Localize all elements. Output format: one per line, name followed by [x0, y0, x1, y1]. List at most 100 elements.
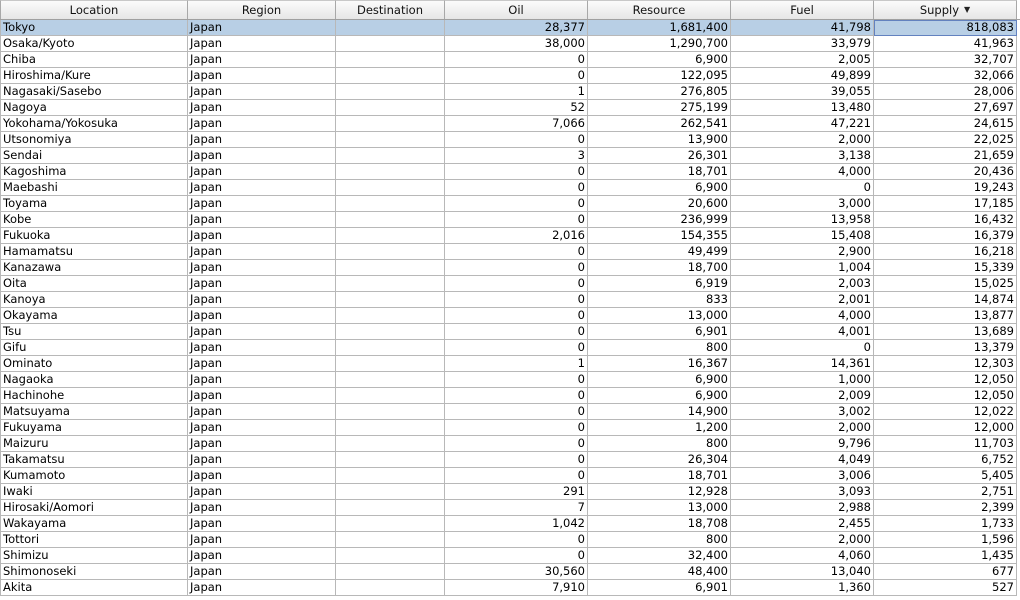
cell-supply[interactable]: 17,185 [874, 196, 1017, 212]
cell-oil[interactable]: 0 [445, 548, 588, 564]
cell-resource[interactable]: 6,900 [588, 52, 731, 68]
cell-oil[interactable]: 0 [445, 196, 588, 212]
cell-resource[interactable]: 18,701 [588, 468, 731, 484]
cell-resource[interactable]: 6,900 [588, 372, 731, 388]
table-row[interactable]: Osaka/Kyoto Japan 38,000 1,290,700 33,979 41,… [0, 36, 1020, 52]
cell-location[interactable]: Yokohama/Yokosuka [0, 116, 188, 132]
cell-fuel[interactable]: 4,049 [731, 452, 874, 468]
cell-supply[interactable]: 32,707 [874, 52, 1017, 68]
cell-supply[interactable]: 1,733 [874, 516, 1017, 532]
cell-region[interactable]: Japan [188, 36, 336, 52]
cell-region[interactable]: Japan [188, 132, 336, 148]
cell-region[interactable]: Japan [188, 340, 336, 356]
cell-supply[interactable]: 13,379 [874, 340, 1017, 356]
cell-destination[interactable] [336, 292, 445, 308]
cell-location[interactable]: Okayama [0, 308, 188, 324]
cell-fuel[interactable]: 2,988 [731, 500, 874, 516]
cell-fuel[interactable]: 14,361 [731, 356, 874, 372]
cell-oil[interactable]: 291 [445, 484, 588, 500]
table-row[interactable]: Shimizu Japan 0 32,400 4,060 1,435 [0, 548, 1020, 564]
table-row[interactable]: Okayama Japan 0 13,000 4,000 13,877 [0, 308, 1020, 324]
cell-destination[interactable] [336, 404, 445, 420]
cell-oil[interactable]: 0 [445, 308, 588, 324]
cell-fuel[interactable]: 41,798 [731, 20, 874, 36]
cell-supply[interactable]: 1,435 [874, 548, 1017, 564]
table-row[interactable]: Fukuyama Japan 0 1,200 2,000 12,000 [0, 420, 1020, 436]
cell-location[interactable]: Sendai [0, 148, 188, 164]
cell-region[interactable]: Japan [188, 260, 336, 276]
cell-region[interactable]: Japan [188, 404, 336, 420]
cell-location[interactable]: Osaka/Kyoto [0, 36, 188, 52]
cell-destination[interactable] [336, 228, 445, 244]
cell-oil[interactable]: 0 [445, 340, 588, 356]
cell-oil[interactable]: 0 [445, 276, 588, 292]
table-row[interactable]: Kanazawa Japan 0 18,700 1,004 15,339 [0, 260, 1020, 276]
cell-location[interactable]: Hamamatsu [0, 244, 188, 260]
cell-region[interactable]: Japan [188, 148, 336, 164]
cell-destination[interactable] [336, 68, 445, 84]
cell-resource[interactable]: 6,901 [588, 580, 731, 596]
cell-region[interactable]: Japan [188, 356, 336, 372]
cell-oil[interactable]: 7,066 [445, 116, 588, 132]
cell-supply[interactable]: 13,689 [874, 324, 1017, 340]
cell-region[interactable]: Japan [188, 228, 336, 244]
cell-region[interactable]: Japan [188, 180, 336, 196]
cell-location[interactable]: Shimonoseki [0, 564, 188, 580]
cell-resource[interactable]: 275,199 [588, 100, 731, 116]
cell-resource[interactable]: 6,901 [588, 324, 731, 340]
cell-fuel[interactable]: 4,001 [731, 324, 874, 340]
table-row[interactable]: Gifu Japan 0 800 0 13,379 [0, 340, 1020, 356]
cell-region[interactable]: Japan [188, 516, 336, 532]
cell-region[interactable]: Japan [188, 292, 336, 308]
cell-supply[interactable]: 24,615 [874, 116, 1017, 132]
cell-location[interactable]: Nagoya [0, 100, 188, 116]
column-header-oil[interactable]: Oil [445, 0, 588, 19]
cell-resource[interactable]: 18,701 [588, 164, 731, 180]
cell-resource[interactable]: 49,499 [588, 244, 731, 260]
cell-oil[interactable]: 0 [445, 180, 588, 196]
cell-supply[interactable]: 22,025 [874, 132, 1017, 148]
cell-destination[interactable] [336, 100, 445, 116]
cell-region[interactable]: Japan [188, 500, 336, 516]
cell-oil[interactable]: 0 [445, 532, 588, 548]
cell-fuel[interactable]: 0 [731, 180, 874, 196]
cell-supply[interactable]: 27,697 [874, 100, 1017, 116]
cell-fuel[interactable]: 3,000 [731, 196, 874, 212]
cell-oil[interactable]: 0 [445, 244, 588, 260]
cell-supply[interactable]: 12,022 [874, 404, 1017, 420]
cell-region[interactable]: Japan [188, 308, 336, 324]
cell-supply[interactable]: 41,963 [874, 36, 1017, 52]
cell-location[interactable]: Oita [0, 276, 188, 292]
cell-location[interactable]: Kanazawa [0, 260, 188, 276]
cell-supply[interactable]: 21,659 [874, 148, 1017, 164]
cell-supply[interactable]: 16,379 [874, 228, 1017, 244]
cell-resource[interactable]: 26,304 [588, 452, 731, 468]
cell-region[interactable]: Japan [188, 532, 336, 548]
cell-region[interactable]: Japan [188, 548, 336, 564]
cell-region[interactable]: Japan [188, 420, 336, 436]
table-row[interactable]: Tsu Japan 0 6,901 4,001 13,689 [0, 324, 1020, 340]
cell-location[interactable]: Kumamoto [0, 468, 188, 484]
cell-resource[interactable]: 13,900 [588, 132, 731, 148]
cell-destination[interactable] [336, 452, 445, 468]
cell-location[interactable]: Iwaki [0, 484, 188, 500]
cell-supply[interactable]: 16,218 [874, 244, 1017, 260]
cell-destination[interactable] [336, 468, 445, 484]
cell-supply[interactable]: 20,436 [874, 164, 1017, 180]
cell-supply[interactable]: 15,339 [874, 260, 1017, 276]
cell-location[interactable]: Tsu [0, 324, 188, 340]
cell-fuel[interactable]: 33,979 [731, 36, 874, 52]
cell-destination[interactable] [336, 212, 445, 228]
cell-region[interactable]: Japan [188, 212, 336, 228]
cell-destination[interactable] [336, 324, 445, 340]
cell-supply[interactable]: 12,000 [874, 420, 1017, 436]
column-header-region[interactable]: Region [188, 0, 336, 19]
cell-supply[interactable]: 12,050 [874, 372, 1017, 388]
cell-oil[interactable]: 3 [445, 148, 588, 164]
cell-supply[interactable]: 19,243 [874, 180, 1017, 196]
cell-destination[interactable] [336, 20, 445, 36]
cell-fuel[interactable]: 1,004 [731, 260, 874, 276]
cell-resource[interactable]: 12,928 [588, 484, 731, 500]
cell-region[interactable]: Japan [188, 436, 336, 452]
cell-supply[interactable]: 2,751 [874, 484, 1017, 500]
